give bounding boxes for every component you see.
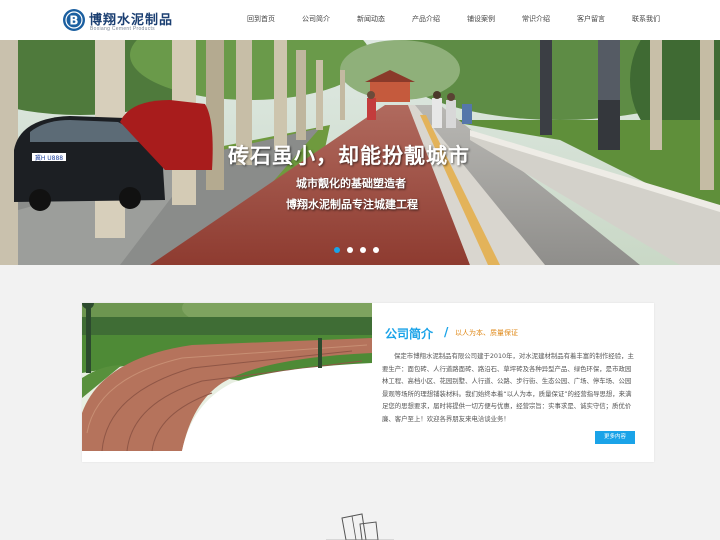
b-letter-logo-icon: B bbox=[63, 9, 85, 31]
nav-item-knowledge[interactable]: 常识介绍 bbox=[522, 14, 550, 24]
main-nav: 回到首页 公司简介 新闻动态 产品介绍 铺设案例 常识介绍 客户留言 联系我们 bbox=[235, 0, 675, 40]
nav-item-about[interactable]: 公司简介 bbox=[302, 14, 330, 24]
about-title: 公司简介 bbox=[385, 327, 434, 341]
svg-text:B: B bbox=[69, 14, 78, 28]
paved-path-photo bbox=[82, 303, 372, 451]
carousel-dot-4[interactable] bbox=[373, 247, 379, 253]
carousel-dot-2[interactable] bbox=[347, 247, 353, 253]
banner-headline: 砖石虽小，却能扮靓城市 bbox=[228, 143, 470, 168]
building-outline-icon bbox=[326, 513, 394, 540]
site-header: B 博翔水泥制品 Boxiang Cement Products 回到首页 公司… bbox=[0, 0, 720, 40]
carousel-dot-3[interactable] bbox=[360, 247, 366, 253]
more-button[interactable]: 更多内容 bbox=[595, 431, 635, 444]
carousel-dot-1[interactable] bbox=[334, 247, 340, 253]
nav-item-guestbook[interactable]: 客户留言 bbox=[577, 14, 605, 24]
about-description: 保定市博翔水泥制品有限公司建于2010年，对水泥建材制品有着丰富的制作经验，主要… bbox=[382, 352, 634, 423]
about-tagline: 以人为本、质量保证 bbox=[455, 329, 518, 337]
car-plate: 冀H U888 bbox=[35, 154, 63, 162]
banner-line-1: 城市靓化的基础塑造者 bbox=[296, 177, 406, 190]
carousel-dots bbox=[334, 247, 384, 255]
nav-item-contact[interactable]: 联系我们 bbox=[632, 14, 660, 24]
title-divider: / bbox=[444, 325, 449, 339]
about-section: 公司简介 / 以人为本、质量保证 保定市博翔水泥制品有限公司建于2010年，对水… bbox=[82, 303, 654, 462]
hero-banner[interactable]: 冀H U888 砖石虽小，却能扮靓城市 城市靓化的基础塑造者 博翔水泥制品专注城… bbox=[0, 40, 720, 265]
nav-item-products[interactable]: 产品介绍 bbox=[412, 14, 440, 24]
nav-item-cases[interactable]: 铺设案例 bbox=[467, 14, 495, 24]
logo[interactable]: B 博翔水泥制品 Boxiang Cement Products bbox=[62, 8, 182, 34]
nav-item-news[interactable]: 新闻动态 bbox=[357, 14, 385, 24]
banner-line-2: 博翔水泥制品专注城建工程 bbox=[286, 198, 418, 211]
brand-subtitle: Boxiang Cement Products bbox=[90, 26, 155, 32]
nav-item-home[interactable]: 回到首页 bbox=[247, 14, 275, 24]
